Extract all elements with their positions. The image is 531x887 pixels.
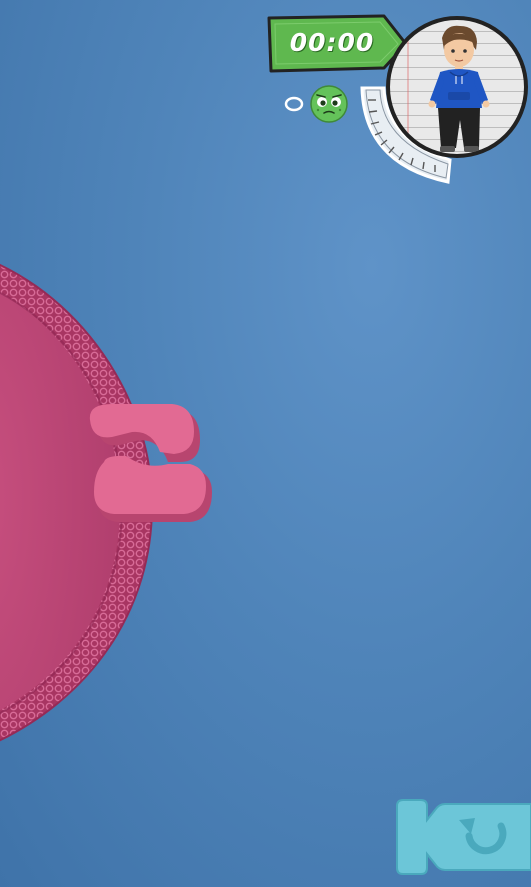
player-avatar[interactable] [386, 16, 528, 158]
camera-replay-icon [396, 799, 531, 875]
timer-badge: 00:00 [266, 14, 408, 74]
timer-display: 00:00 [289, 28, 375, 57]
replay-button[interactable] [393, 796, 531, 876]
membrane-fragment[interactable] [89, 404, 212, 522]
bubble-icon [284, 96, 304, 112]
green-worried-face-icon [310, 85, 348, 123]
boy-avatar-icon [407, 20, 490, 154]
game-scene: 00:00 [0, 0, 531, 887]
